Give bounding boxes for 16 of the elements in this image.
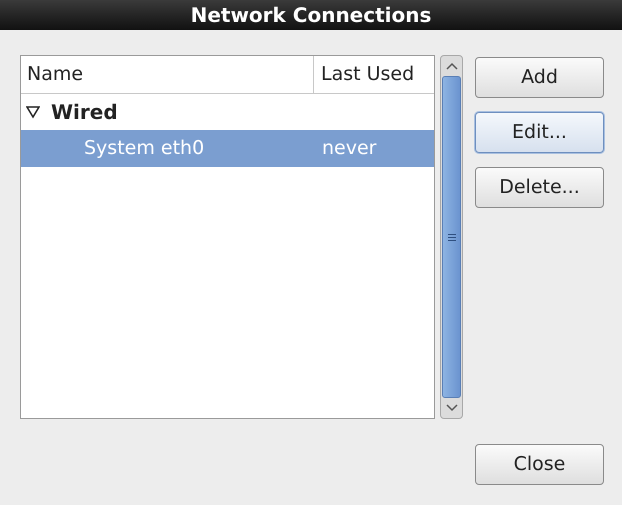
scrollbar[interactable]: [440, 55, 463, 419]
close-button[interactable]: Close: [475, 444, 604, 485]
connection-name: System eth0: [83, 136, 206, 162]
expander-icon[interactable]: [26, 105, 40, 119]
window-title: Network Connections: [190, 2, 432, 29]
edit-button[interactable]: Edit...: [475, 112, 604, 153]
last-used-cell-text: never: [321, 136, 376, 162]
column-header[interactable]: Name: [21, 56, 314, 93]
add-button[interactable]: Add: [475, 57, 604, 98]
column-header[interactable]: Last Used: [314, 56, 434, 93]
scroll-up-icon[interactable]: [446, 62, 458, 70]
scroll-down-icon[interactable]: [446, 404, 458, 412]
scroll-thumb[interactable]: [442, 76, 461, 398]
grip-icon: [448, 234, 456, 240]
group-label: Wired: [51, 99, 118, 126]
delete-button[interactable]: Delete...: [475, 167, 604, 208]
